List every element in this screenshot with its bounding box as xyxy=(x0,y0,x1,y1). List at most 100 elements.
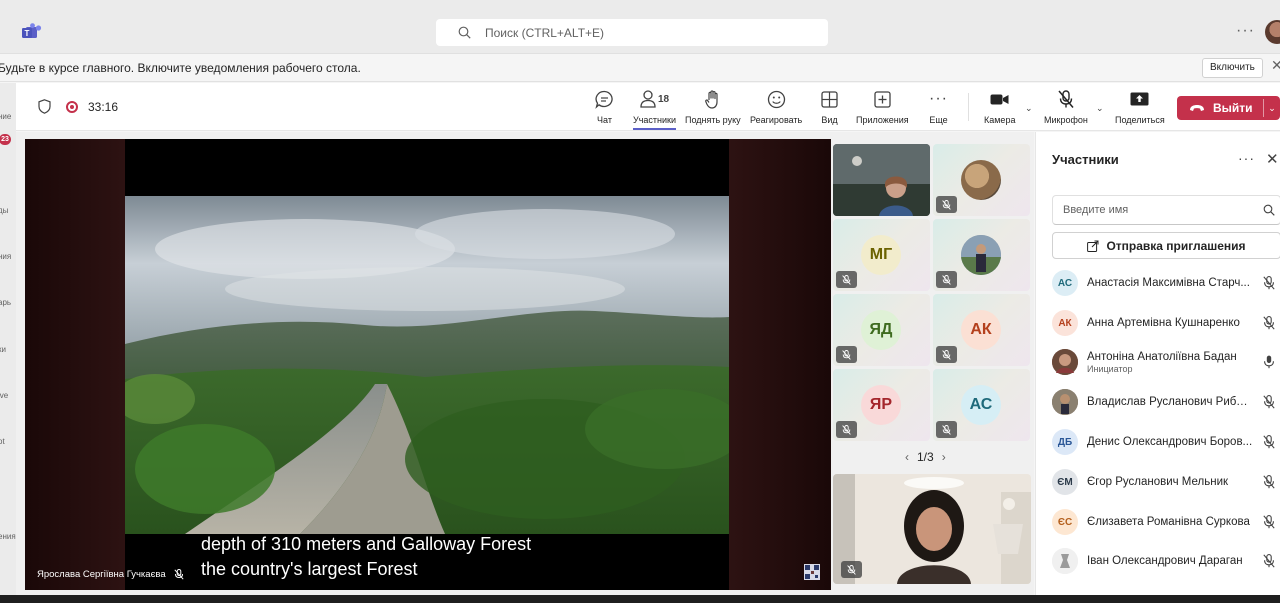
share-button[interactable]: Поделиться xyxy=(1115,89,1165,125)
participant-row[interactable]: Антоніна Анатоліївна Бадан Инициатор xyxy=(1052,343,1280,381)
participants-button[interactable]: 18 Участники xyxy=(633,89,676,130)
participant-tile[interactable]: АС xyxy=(933,369,1030,441)
participant-avatar: ЄС xyxy=(1052,509,1078,535)
chat-label: Чат xyxy=(597,115,612,125)
activity-badge: 23 xyxy=(0,134,11,145)
app-top-bar: T Поиск (CTRL+ALT+E) ··· xyxy=(0,12,1280,54)
participant-avatar xyxy=(1052,389,1078,415)
chat-button[interactable]: Чат xyxy=(595,89,614,125)
participant-initials: АС xyxy=(961,385,1001,425)
camera-options-icon[interactable]: ⌄ xyxy=(1025,103,1033,114)
participant-tile[interactable]: АК xyxy=(933,294,1030,366)
participant-avatar: ДБ xyxy=(1052,429,1078,455)
search-icon xyxy=(458,26,471,39)
participant-row[interactable]: АС Анастасія Максимівна Старч... xyxy=(1052,264,1280,302)
chevron-left-icon[interactable]: ‹ xyxy=(905,450,909,464)
rail-label[interactable]: арь xyxy=(0,298,11,307)
mic-options-icon[interactable]: ⌄ xyxy=(1096,103,1104,114)
chat-icon xyxy=(595,90,613,109)
participant-search-input[interactable] xyxy=(1052,195,1280,225)
letterbox-left xyxy=(25,139,125,590)
camera-label: Камера xyxy=(984,115,1016,125)
svg-text:T: T xyxy=(25,29,30,38)
rail-label[interactable]: ния xyxy=(0,252,11,261)
more-label: Еще xyxy=(929,115,948,125)
more-options-icon[interactable]: ··· xyxy=(1238,150,1255,166)
apps-button[interactable]: Приложения xyxy=(856,89,909,125)
add-app-icon xyxy=(874,90,891,108)
view-button[interactable]: Вид xyxy=(821,89,838,125)
participant-row[interactable]: ЄС Єлизавета Романівна Суркова xyxy=(1052,503,1280,541)
teams-logo-icon[interactable]: T xyxy=(22,23,42,41)
microphone-button[interactable]: Микрофон xyxy=(1044,89,1088,125)
share-link-icon xyxy=(1087,240,1099,252)
meeting-toolbar: 33:16 Чат 18 Участники Поднять руку Реаг… xyxy=(16,83,1280,131)
participant-row[interactable]: ДБ Денис Олександрович Боров... xyxy=(1052,423,1280,461)
participants-panel: Участники ··· ✕ Отправка приглашения АСА… xyxy=(1035,132,1280,603)
participant-row[interactable]: Іван Олександрович Дараган xyxy=(1052,542,1280,580)
presenter-name: Ярослава Сергіївна Гучкаєва xyxy=(37,569,166,580)
leave-label: Выйти xyxy=(1213,101,1253,115)
participant-video-tile[interactable] xyxy=(833,144,930,216)
react-button[interactable]: Реагировать xyxy=(750,89,802,125)
chevron-right-icon[interactable]: › xyxy=(942,450,946,464)
leave-options-icon[interactable]: ⌄ xyxy=(1263,99,1280,117)
rail-label[interactable]: ние xyxy=(0,112,11,121)
participant-row[interactable]: ЄМ Єгор Русланович Мельник xyxy=(1052,463,1280,501)
toolbar-divider xyxy=(968,93,969,121)
rail-label[interactable]: ot xyxy=(0,437,5,446)
caption-line: depth of 310 meters and Galloway Forest xyxy=(201,534,532,554)
participant-avatar xyxy=(961,160,1001,200)
presenter-name-tag: Ярослава Сергіївна Гучкаєва xyxy=(37,569,184,580)
rail-label[interactable]: ки xyxy=(0,345,6,354)
muted-badge xyxy=(836,421,857,438)
search-bar[interactable]: Поиск (CTRL+ALT+E) xyxy=(436,19,828,46)
mic-on-icon xyxy=(1263,355,1275,369)
participant-tile[interactable] xyxy=(933,144,1030,216)
enable-notifications-button[interactable]: Включить xyxy=(1202,58,1263,78)
gallery-pager: ‹ 1/3 › xyxy=(905,450,946,464)
rail-label[interactable]: ения xyxy=(0,532,16,541)
participant-tile[interactable]: ЯР xyxy=(833,369,930,441)
shield-icon[interactable] xyxy=(38,99,51,114)
mic-off-icon xyxy=(842,349,851,360)
participants-count: 18 xyxy=(657,93,670,105)
mic-off-icon xyxy=(1263,475,1275,489)
mic-off-icon xyxy=(1263,395,1275,409)
mic-off-icon xyxy=(942,274,951,285)
participant-row[interactable]: Владислав Русланович Рибал... xyxy=(1052,383,1280,421)
muted-badge xyxy=(836,271,857,288)
participant-tile[interactable]: ЯД xyxy=(833,294,930,366)
shared-screen[interactable]: depth of 310 meters and Galloway Forest … xyxy=(25,139,831,590)
mic-off-icon xyxy=(942,424,951,435)
search-placeholder: Поиск (CTRL+ALT+E) xyxy=(485,25,605,40)
mic-off-icon xyxy=(1263,276,1275,290)
participant-row[interactable]: АК Анна Артемівна Кушнаренко xyxy=(1052,304,1280,342)
rail-label[interactable]: ды xyxy=(0,206,8,215)
live-caption: depth of 310 meters and Galloway Forest … xyxy=(201,532,531,582)
mic-off-icon xyxy=(1263,554,1275,568)
camera-button[interactable]: Камера xyxy=(984,89,1015,125)
more-button[interactable]: ··· Еще xyxy=(929,89,948,125)
send-invite-button[interactable]: Отправка приглашения xyxy=(1052,232,1280,259)
participant-name: Іван Олександрович Дараган xyxy=(1087,555,1243,567)
user-avatar[interactable] xyxy=(1265,20,1280,44)
more-options-icon[interactable]: ··· xyxy=(1236,22,1255,40)
close-icon[interactable]: ✕ xyxy=(1271,57,1280,74)
close-icon[interactable]: ✕ xyxy=(1266,150,1279,168)
raise-hand-button[interactable]: Поднять руку xyxy=(685,89,741,125)
mic-off-icon xyxy=(847,564,856,575)
participant-tile[interactable]: МГ xyxy=(833,219,930,291)
left-app-rail: ние 23 ды ния арь ки ive ot ения xyxy=(0,83,16,603)
participant-avatar xyxy=(961,235,1001,275)
people-icon xyxy=(640,90,656,108)
self-video-tile[interactable] xyxy=(833,474,1031,584)
muted-badge xyxy=(936,196,957,213)
mic-off-icon xyxy=(1263,316,1275,330)
shared-video xyxy=(125,139,729,590)
react-label: Реагировать xyxy=(750,115,803,125)
participant-name: Анна Артемівна Кушнаренко xyxy=(1087,317,1240,329)
rail-label[interactable]: ive xyxy=(0,391,8,400)
more-horizontal-icon: ··· xyxy=(929,90,948,107)
participant-tile[interactable] xyxy=(933,219,1030,291)
